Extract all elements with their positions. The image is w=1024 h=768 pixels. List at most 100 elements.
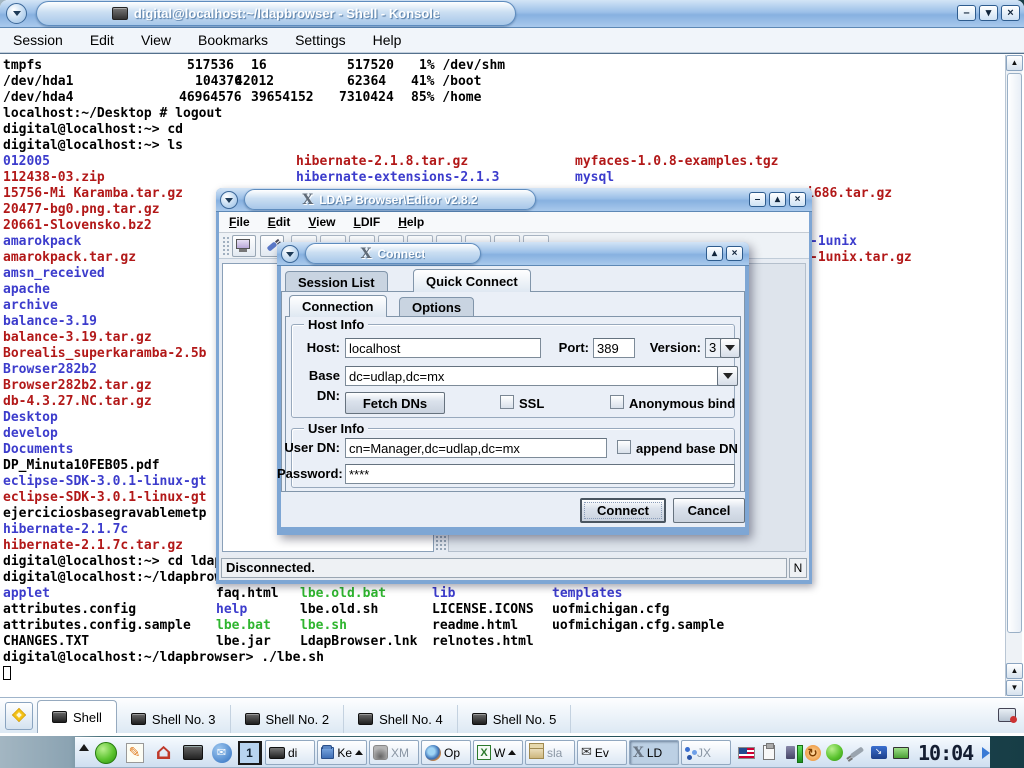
anonymous-bind-checkbox[interactable]	[610, 395, 624, 409]
panel-clock[interactable]: 10:04	[914, 741, 977, 765]
scrollbar-thumb[interactable]	[1007, 73, 1022, 633]
scroll-up-icon[interactable]: ▲	[1006, 55, 1023, 71]
menu-item-edit[interactable]: Edit	[90, 32, 114, 48]
tray-us-flag-keyboard[interactable]	[736, 742, 757, 764]
tray-display[interactable]	[890, 742, 911, 764]
menu-item-help[interactable]: Help	[373, 32, 402, 48]
launcher-knotes[interactable]: ✎	[121, 739, 148, 766]
panel-hide-right-icon[interactable]	[982, 747, 996, 759]
menu-item-settings[interactable]: Settings	[295, 32, 346, 48]
pager-desktop-1[interactable]: 1	[240, 743, 260, 763]
tab-options[interactable]: Options	[399, 297, 474, 317]
window-menu-button[interactable]	[281, 245, 299, 263]
session-tab-label: Shell	[73, 710, 102, 725]
ldap-titlebar[interactable]: X LDAP Browser\Editor v2.8.2 – ▴ ×	[216, 188, 812, 212]
window-menu-button[interactable]	[220, 191, 238, 209]
connect-titlebar[interactable]: X Connect ▴ ×	[277, 242, 749, 266]
taskbar-button-ev[interactable]: ✉Ev	[577, 740, 627, 765]
password-label: Password:	[277, 464, 340, 484]
menu-item-ldif[interactable]: LDIF	[354, 215, 381, 229]
append-base-dn-checkbox[interactable]	[617, 440, 631, 454]
session-tab-shell-no-5[interactable]: Shell No. 5	[458, 705, 572, 733]
session-tab-shell[interactable]: Shell	[37, 700, 117, 733]
taskbar-button-op[interactable]: Op	[421, 740, 471, 765]
connect-button[interactable]: Connect	[580, 498, 666, 523]
fetch-dns-button[interactable]: Fetch DNs	[345, 392, 445, 414]
taskbar-button-di[interactable]: di	[265, 740, 315, 765]
password-input[interactable]	[345, 464, 735, 484]
user-dn-label: User DN:	[283, 438, 340, 458]
terminal-scrollbar[interactable]: ▲ ▲ ▼	[1005, 55, 1022, 696]
session-tab-shell-no-2[interactable]: Shell No. 2	[231, 705, 345, 733]
close-button[interactable]: ×	[1001, 5, 1020, 21]
terminal-text-segment: 20661-Slovensko.bz2	[3, 218, 152, 233]
taskbar-button-jx[interactable]: JX	[681, 740, 731, 765]
tray-update-applet[interactable]: ↻	[802, 742, 823, 764]
terminal-text-segment: lbe.jar	[216, 634, 271, 649]
session-list-icon[interactable]	[998, 708, 1016, 722]
session-tabbar: Shell Shell No. 3Shell No. 2Shell No. 4 Sh…	[0, 697, 1024, 733]
session-tab-label: Shell No. 5	[493, 712, 557, 727]
shade-button[interactable]: ▴	[769, 192, 786, 207]
host-input[interactable]	[345, 338, 541, 358]
tab-session-list[interactable]: Session List	[285, 271, 388, 292]
terminal-tab-icon	[245, 713, 260, 725]
shade-button[interactable]: ▴	[706, 246, 723, 261]
base-dn-input[interactable]	[345, 366, 718, 386]
tray-power-plug[interactable]	[846, 742, 867, 764]
restore-button[interactable]: ▾	[979, 5, 998, 21]
tab-connection[interactable]: Connection	[289, 295, 387, 317]
tray-suse-watcher[interactable]	[824, 742, 845, 764]
mini-term-icon	[269, 747, 285, 759]
menu-item-view[interactable]: View	[141, 32, 171, 48]
konsole-titlebar[interactable]: digital@localhost:~/ldapbrowser - Shell …	[0, 0, 1024, 28]
klipper-icon	[763, 745, 775, 760]
desktop-pager[interactable]: 1	[238, 741, 262, 765]
tray-klipper[interactable]	[758, 742, 779, 764]
menu-item-view[interactable]: View	[308, 215, 335, 229]
cancel-button[interactable]: Cancel	[673, 498, 745, 523]
panel-hide-left-icon[interactable]	[79, 739, 89, 751]
terminal-tab-icon	[131, 713, 146, 725]
taskbar-button-sla[interactable]: sla	[525, 740, 575, 765]
terminal-text-segment: balance-3.19	[3, 314, 97, 329]
version-combo-button[interactable]	[720, 338, 740, 358]
ssl-checkbox[interactable]	[500, 395, 514, 409]
port-input[interactable]	[593, 338, 635, 358]
taskbar-button-ld[interactable]: XLD	[629, 740, 679, 765]
window-menu-button[interactable]	[6, 3, 27, 24]
menu-item-help[interactable]: Help	[398, 215, 424, 229]
tray-screen-resize[interactable]: ↘	[868, 742, 889, 764]
launcher-home-folder[interactable]: ⌂	[150, 739, 177, 766]
scroll-up2-icon[interactable]: ▲	[1006, 663, 1023, 679]
launcher-suse-menu[interactable]	[92, 739, 119, 766]
close-button[interactable]: ×	[726, 246, 743, 261]
toolbar-grip[interactable]	[222, 236, 229, 256]
launcher-konsole[interactable]	[179, 739, 206, 766]
task-label: JX	[697, 746, 711, 760]
close-button[interactable]: ×	[789, 192, 806, 207]
minimize-button[interactable]: –	[957, 5, 976, 21]
session-tab-shell-no-3[interactable]: Shell No. 3	[117, 705, 231, 733]
menu-item-file[interactable]: File	[229, 215, 250, 229]
kontact-icon: ✉	[212, 743, 232, 763]
tray-kmix[interactable]	[780, 742, 801, 764]
minimize-button[interactable]: –	[749, 192, 766, 207]
status-indicator: N	[789, 558, 807, 578]
anonymous-bind-label: Anonymous bind	[629, 394, 749, 414]
taskbar-button-w[interactable]: XW	[473, 740, 523, 765]
launcher-kontact[interactable]: ✉	[208, 739, 235, 766]
tab-quick-connect[interactable]: Quick Connect	[413, 269, 531, 292]
taskbar-button-ke[interactable]: Ke	[317, 740, 367, 765]
menu-item-bookmarks[interactable]: Bookmarks	[198, 32, 268, 48]
user-dn-input[interactable]	[345, 438, 607, 458]
session-tab-shell-no-4[interactable]: Shell No. 4	[344, 705, 458, 733]
new-session-button[interactable]	[5, 702, 33, 730]
terminal-text-segment: DP_Minuta10FEB05.pdf	[3, 458, 160, 473]
base-dn-combo-button[interactable]	[717, 366, 738, 386]
connect-tool-button[interactable]	[232, 235, 256, 257]
menu-item-session[interactable]: Session	[13, 32, 63, 48]
taskbar-button-xm[interactable]: XM	[369, 740, 419, 765]
scroll-down-icon[interactable]: ▼	[1006, 680, 1023, 696]
menu-item-edit[interactable]: Edit	[268, 215, 291, 229]
